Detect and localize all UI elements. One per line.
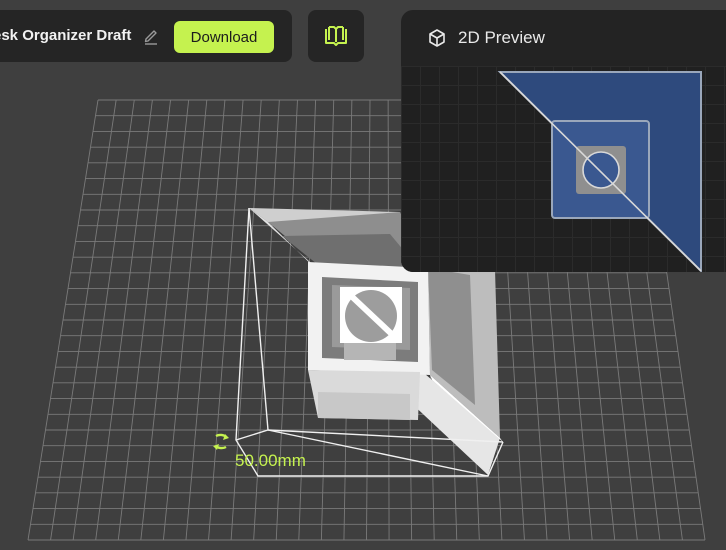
cube-icon xyxy=(429,29,445,47)
2d-preview-panel: 2D Preview xyxy=(401,10,726,272)
pencil-icon[interactable] xyxy=(142,27,160,45)
file-name[interactable]: esk Organizer Draft xyxy=(0,10,131,62)
preview-canvas[interactable] xyxy=(401,66,726,272)
library-button[interactable] xyxy=(308,10,364,62)
preview-header: 2D Preview xyxy=(401,10,726,66)
dimension-label: 50.00mm xyxy=(235,451,306,470)
preview-title: 2D Preview xyxy=(458,28,545,47)
top-toolbar: esk Organizer Draft Download xyxy=(0,10,292,62)
rotate-arrows-icon[interactable] xyxy=(211,433,231,456)
download-button[interactable]: Download xyxy=(174,21,274,53)
preview-drawing xyxy=(497,71,702,272)
book-icon xyxy=(325,26,347,46)
